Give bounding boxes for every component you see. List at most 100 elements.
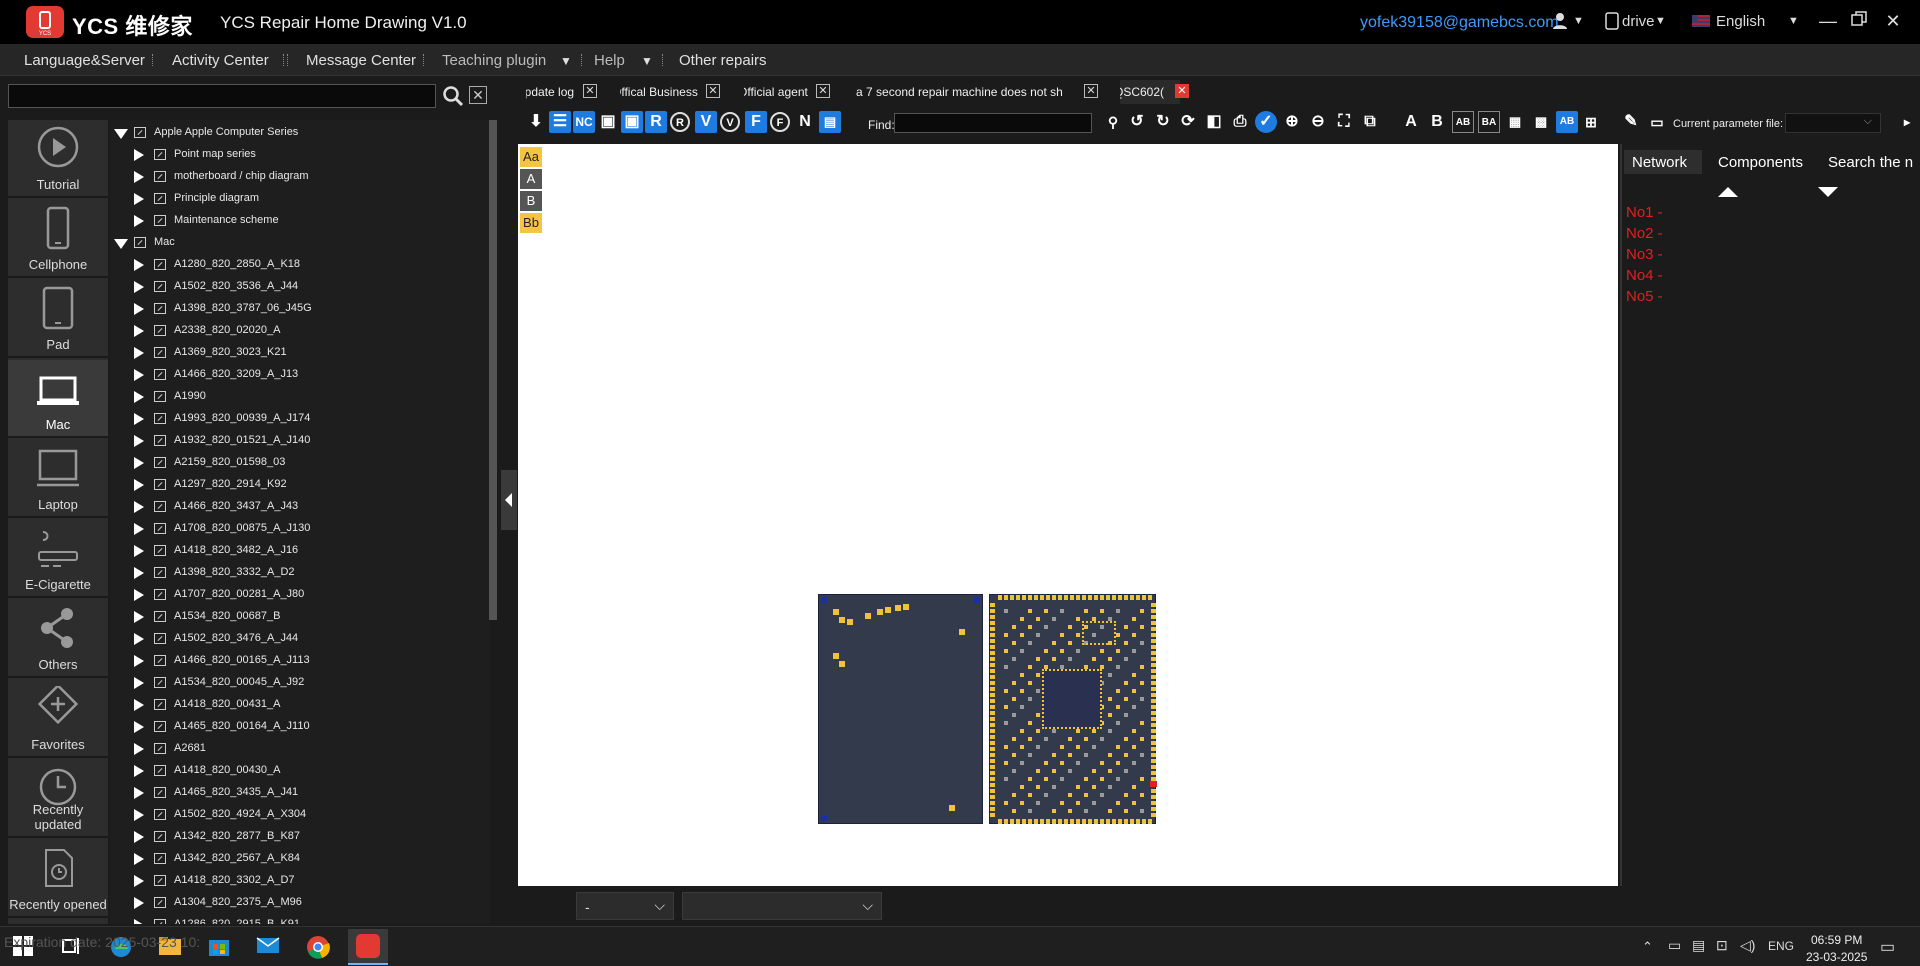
tab-close-icon[interactable]: ✕ — [706, 84, 720, 98]
net-item[interactable]: No3 - — [1626, 246, 1663, 263]
menu-help[interactable]: Help — [594, 52, 625, 69]
tree-item[interactable]: A1534_820_00687_B — [134, 606, 474, 628]
category-e-cigarette[interactable]: E-Cigarette — [8, 520, 108, 598]
pcb-board-front[interactable] — [989, 594, 1157, 824]
expand-right-icon[interactable] — [134, 545, 144, 557]
tree-item[interactable]: A2159_820_01598_03 — [134, 452, 474, 474]
tree-folder[interactable]: Apple Apple Computer Series — [114, 122, 454, 144]
tree-item[interactable]: A1502_820_3536_A_J44 — [134, 276, 474, 298]
category-recently-updated[interactable]: Recently updated — [8, 760, 108, 838]
fit-width-icon[interactable]: ⧉ — [1359, 111, 1381, 133]
menu-activity-center[interactable]: Activity Center — [172, 52, 269, 69]
tree-item[interactable]: A1932_820_01521_A_J140 — [134, 430, 474, 452]
tree-item[interactable]: Point map series — [134, 144, 474, 166]
tab-search-network[interactable]: Search the n — [1824, 150, 1920, 174]
f-filter-button[interactable]: F — [745, 111, 767, 133]
layout-icon[interactable]: ▩ — [1530, 111, 1552, 133]
teaching-plugin-chevron-icon[interactable]: ▼ — [560, 54, 572, 68]
category-tutorial[interactable]: Tutorial — [8, 120, 108, 198]
menu-message-center[interactable]: Message Center — [306, 52, 416, 69]
language-select[interactable]: English — [1716, 13, 1765, 30]
clock[interactable]: 06:59 PM 23-03-2025 — [1806, 932, 1867, 966]
ycs-app-taskbar-icon[interactable] — [348, 929, 388, 965]
refresh-icon[interactable]: ⟳ — [1177, 111, 1199, 133]
category-others[interactable]: Others — [8, 600, 108, 678]
tray-meet-icon[interactable]: ▭ — [1668, 937, 1694, 961]
check-icon[interactable]: ✓ — [1255, 111, 1277, 133]
tree-item[interactable]: A1398_820_3332_A_D2 — [134, 562, 474, 584]
tree-item[interactable]: A1502_820_3476_A_J44 — [134, 628, 474, 650]
drive-label[interactable]: drive — [1622, 13, 1655, 30]
ab-blue-button[interactable]: AB — [1556, 111, 1578, 133]
fit-screen-icon[interactable]: ⛶ — [1333, 111, 1355, 133]
category-favorites[interactable]: Favorites — [8, 680, 108, 758]
part-select[interactable]: ⌵ — [682, 892, 882, 920]
grid-icon[interactable]: ▦ — [1504, 111, 1526, 133]
expand-right-icon[interactable] — [134, 369, 144, 381]
tree-item[interactable]: A1466_820_3437_A_J43 — [134, 496, 474, 518]
expand-right-icon[interactable] — [134, 303, 144, 315]
b-font-button[interactable]: B — [1426, 111, 1448, 133]
expand-right-icon[interactable] — [134, 501, 144, 513]
net-item[interactable]: No1 - — [1626, 204, 1663, 221]
tree-item[interactable]: motherboard / chip diagram — [134, 166, 474, 188]
expand-right-icon[interactable] — [134, 325, 144, 337]
category-mac[interactable]: Mac — [8, 360, 108, 438]
pcb-board-back[interactable] — [818, 594, 983, 824]
apps-icon[interactable]: ⊞ — [1580, 111, 1602, 133]
chip-highlight-icon[interactable]: ▣ — [621, 111, 643, 133]
clear-search-icon[interactable]: ✕ — [469, 86, 487, 104]
category-pad[interactable]: Pad — [8, 280, 108, 358]
category-laptop[interactable]: Laptop — [8, 440, 108, 518]
font-b-button[interactable]: B — [520, 191, 542, 211]
net-item[interactable]: No5 - — [1626, 288, 1663, 305]
tree-item[interactable]: A1466_820_00165_A_J113 — [134, 650, 474, 672]
expand-right-icon[interactable] — [134, 215, 144, 227]
f-circle-button[interactable]: F — [770, 112, 790, 132]
tree-item[interactable]: A1297_820_2914_K92 — [134, 474, 474, 496]
rotate-right-icon[interactable]: ↻ — [1152, 111, 1174, 133]
user-email-link[interactable]: yofek39158@gamebcs.com — [1360, 14, 1559, 32]
menu-teaching-plugin[interactable]: Teaching plugin — [442, 52, 546, 69]
layer-select[interactable]: - ⌵ — [576, 892, 674, 920]
zoom-in-icon[interactable]: ⊕ — [1281, 111, 1303, 133]
expand-right-icon[interactable] — [134, 281, 144, 293]
net-item[interactable]: No4 - — [1626, 267, 1663, 284]
tray-chevron-icon[interactable]: ⌃ — [1642, 939, 1668, 963]
menu-other-repairs[interactable]: Other repairs — [679, 52, 767, 69]
magnifier-icon[interactable]: ⚲ — [1102, 111, 1124, 133]
expand-right-icon[interactable] — [134, 853, 144, 865]
tray-network-icon[interactable]: ⊡ — [1716, 937, 1742, 961]
expand-right-icon[interactable] — [134, 523, 144, 535]
tree-item[interactable]: A1369_820_3023_K21 — [134, 342, 474, 364]
mirror-icon[interactable]: ◧ — [1203, 111, 1225, 133]
collapse-panel-handle[interactable] — [501, 470, 517, 530]
screen-icon[interactable]: ▭ — [1646, 111, 1668, 133]
ab-side-button[interactable]: AB — [1452, 111, 1474, 133]
tree-item[interactable]: A1465_820_00164_A_J110 — [134, 716, 474, 738]
expand-right-icon[interactable] — [134, 149, 144, 161]
expand-right-icon[interactable] — [134, 897, 144, 909]
tree-item[interactable]: A1286_820_2915_B_K91 — [134, 914, 474, 924]
r-circle-button[interactable]: R — [670, 112, 690, 132]
tree-item[interactable]: Maintenance scheme — [134, 210, 474, 232]
expand-right-icon[interactable] — [134, 787, 144, 799]
expand-right-icon[interactable] — [134, 259, 144, 271]
expand-right-icon[interactable] — [134, 567, 144, 579]
expand-right-icon[interactable] — [134, 193, 144, 205]
chip-icon[interactable]: ▣ — [597, 111, 619, 133]
minimize-icon[interactable]: — — [1817, 10, 1839, 32]
tree-item[interactable]: A2681 — [134, 738, 474, 760]
find-input[interactable] — [894, 113, 1092, 133]
tray-volume-icon[interactable]: ◁) — [1740, 937, 1766, 961]
param-file-select[interactable]: ⌵ — [1785, 113, 1881, 133]
tree-item[interactable]: A1465_820_3435_A_J41 — [134, 782, 474, 804]
tab-qsc602[interactable]: QSC602( — [1120, 80, 1180, 104]
menu-language-server[interactable]: Language&Server — [24, 52, 145, 69]
tree-item[interactable]: A1990 — [134, 386, 474, 408]
tree-item[interactable]: A1304_820_2375_A_M96 — [134, 892, 474, 914]
tab-network[interactable]: Network — [1624, 150, 1702, 174]
expand-right-icon[interactable] — [134, 391, 144, 403]
expand-right-icon[interactable] — [134, 677, 144, 689]
tree-item[interactable]: A2338_820_02020_A — [134, 320, 474, 342]
